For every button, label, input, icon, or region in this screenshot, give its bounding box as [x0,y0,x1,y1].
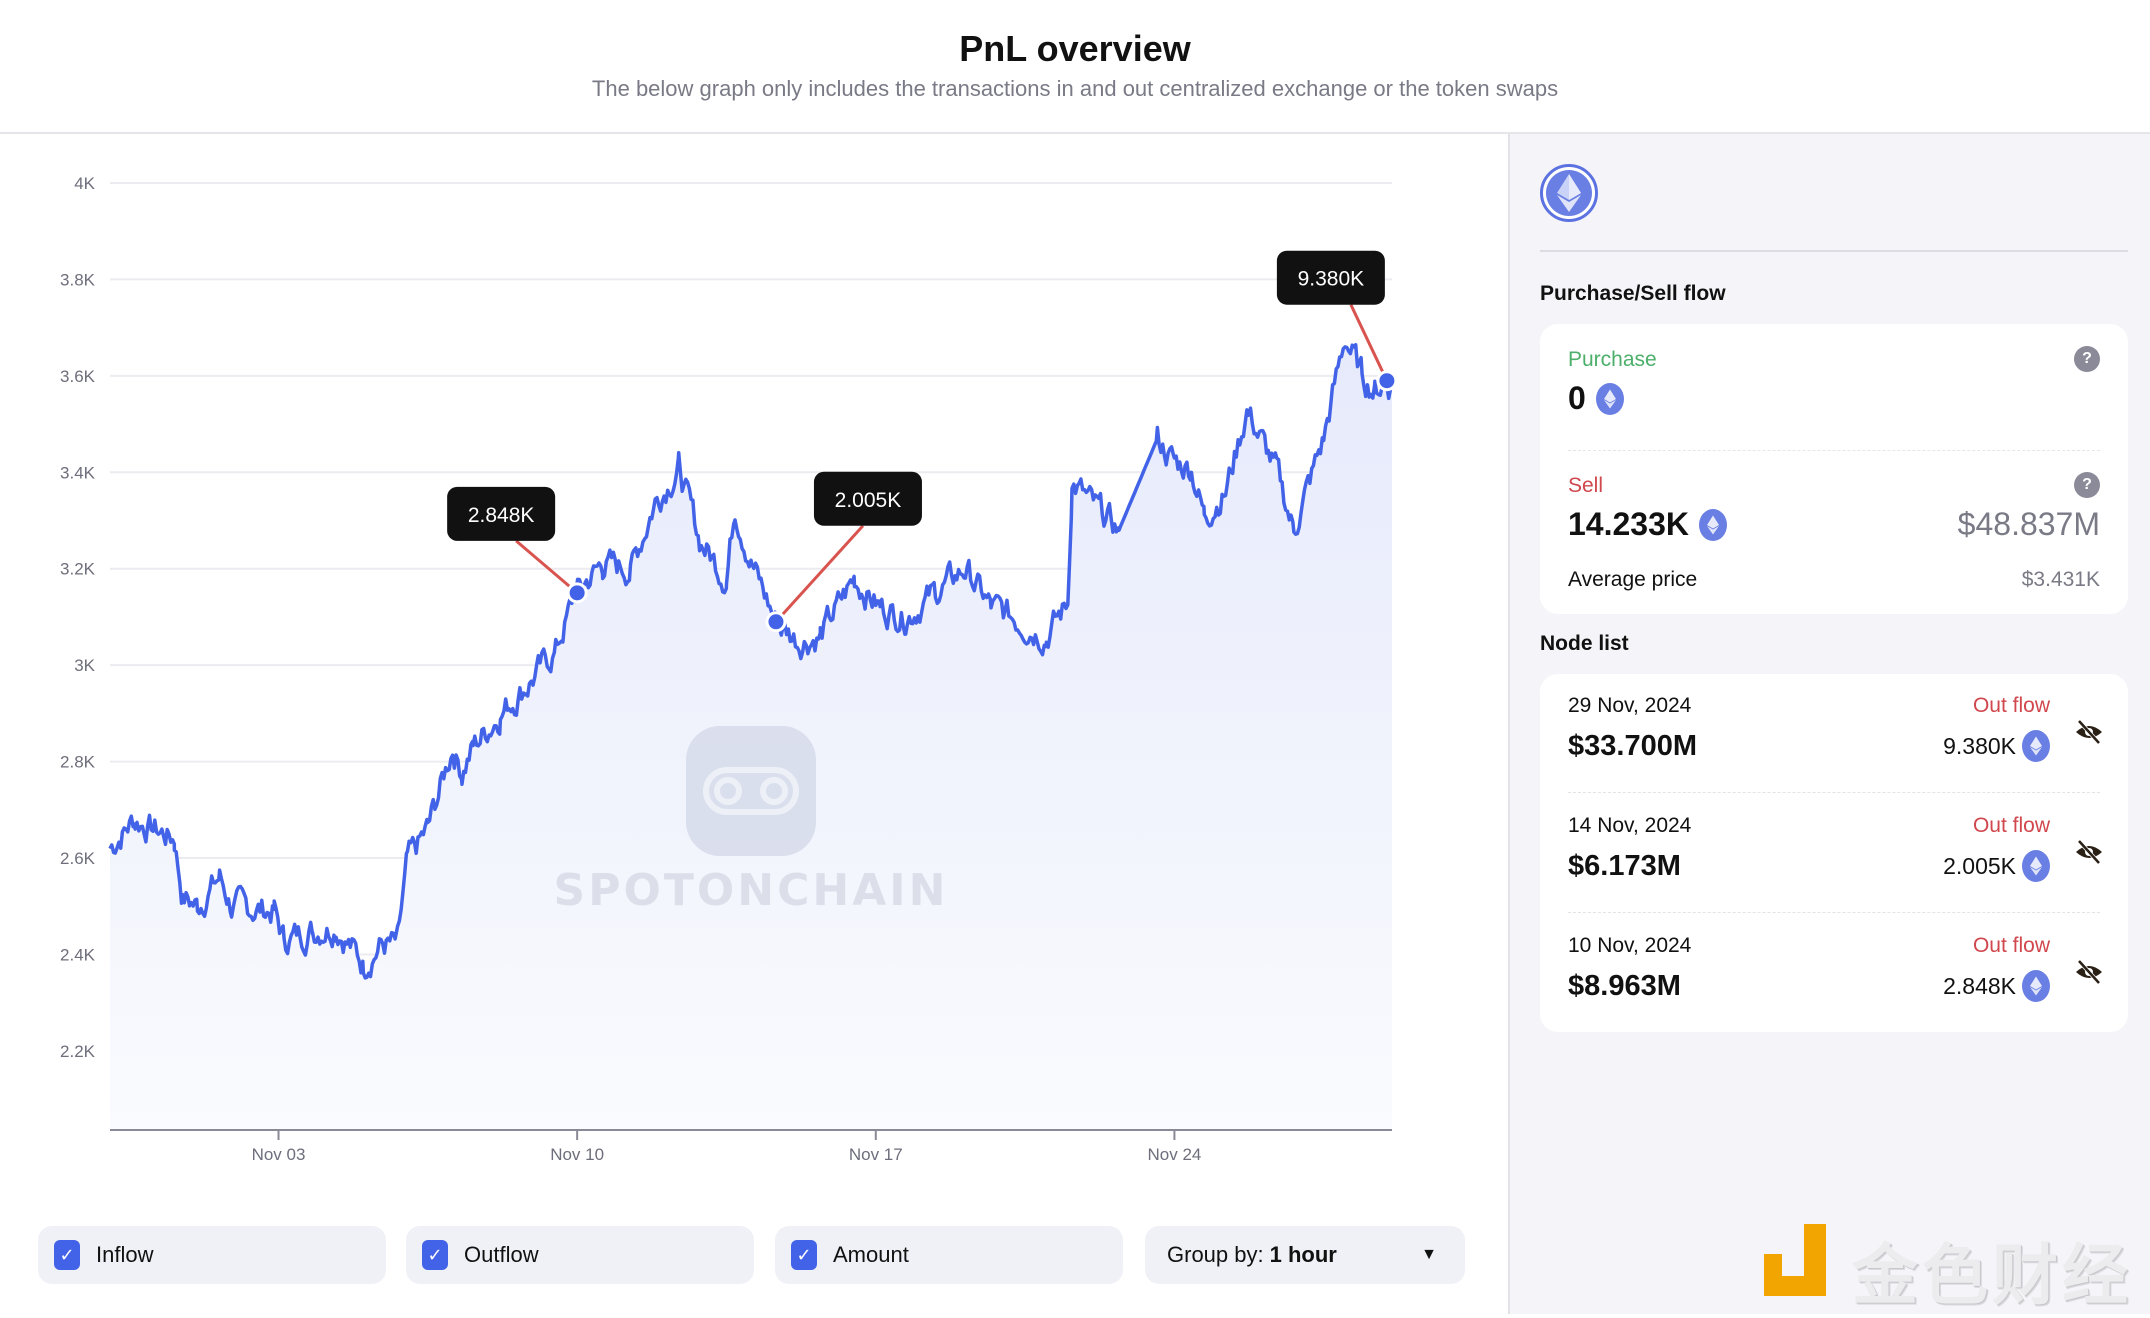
node-separator [1568,912,2100,913]
page-title: PnL overview [959,28,1191,69]
x-tick-label: Nov 10 [550,1145,604,1164]
y-tick-label: 2.2K [60,1042,96,1061]
x-tick-label: Nov 24 [1147,1145,1201,1164]
eye-slash-icon[interactable] [2074,718,2104,746]
node-flow: Out flow [1972,814,2050,837]
node-date: 29 Nov, 2024 [1568,694,1692,717]
sell-amount: 14.233K [1568,506,1689,542]
purchase-amount: 0 [1568,380,1586,416]
ethereum-icon [2022,970,2050,1002]
node-amount: 2.005K [1943,852,2016,879]
jinse-logo-icon [1764,1224,1826,1296]
sell-usd: $48.837M [1957,506,2100,542]
y-tick-label: 4K [74,174,95,193]
amount-toggle[interactable]: ✓ Amount [775,1226,1123,1284]
node-flow: Out flow [1972,934,2050,957]
chart-panel: 4K 3.8K 3.6K 3.4K 3.2K 3K 2.8K 2.6K 2.4K 2.2K SPOT… [0,134,1508,1314]
node-date: 14 Nov, 2024 [1568,814,1692,837]
ethereum-icon [1540,164,1598,222]
annotation-marker [765,611,787,633]
purchase-sell-card: Purchase ? 0 Sell ? 14.233K $48.837M Ave… [1540,324,2128,614]
y-tick-label: 3.4K [60,463,96,482]
annotation-label: 9.380K [1298,268,1365,291]
ethereum-icon [1595,382,1624,415]
outflow-label: Outflow [464,1242,539,1267]
y-tick-label: 3.8K [60,270,96,289]
y-tick-label: 2.6K [60,849,96,868]
pnl-chart[interactable]: 4K 3.8K 3.6K 3.4K 3.2K 3K 2.8K 2.6K 2.4K 2.2K SPOT… [0,134,1508,1194]
side-panel: Purchase/Sell flow Purchase ? 0 Sell ? 1… [1508,134,2150,1314]
sell-label: Sell [1568,474,1604,497]
ethereum-icon [2022,850,2050,882]
eye-slash-icon[interactable] [2074,958,2104,986]
card-separator [1568,450,2100,451]
jinse-watermark-logo: 金色财经 [1760,1220,2140,1314]
ethereum-icon [2022,730,2050,762]
average-price-value: $3.431K [2021,568,2100,591]
eye-slash-icon[interactable] [2074,838,2104,866]
y-tick-label: 3K [74,656,95,675]
node-amount: 9.380K [1943,732,2016,759]
ethereum-icon [1698,508,1727,541]
help-icon[interactable]: ? [2074,346,2100,372]
page-subtitle: The below graph only includes the transa… [591,76,1559,101]
x-tick-label: Nov 17 [849,1145,903,1164]
group-by-select[interactable]: Group by: 1 hour ▼ [1145,1226,1465,1284]
inflow-toggle[interactable]: ✓ Inflow [38,1226,386,1284]
group-by-value: 1 hour [1269,1242,1337,1267]
node-list-title: Node list [1540,632,1629,655]
node-usd: $8.963M [1568,970,1681,1002]
node-item[interactable]: 14 Nov, 2024 $6.173M Out flow 2.005K [1540,794,2128,914]
average-price-label: Average price [1568,568,1698,591]
caret-down-icon: ▼ [1421,1246,1437,1263]
y-tick-label: 3.6K [60,367,96,386]
y-tick-label: 3.2K [60,560,96,579]
amount-checkbox[interactable]: ✓ [791,1240,817,1270]
node-usd: $6.173M [1568,850,1681,882]
help-icon[interactable]: ? [2074,472,2100,498]
page-header: PnL overview The below graph only includ… [0,0,2150,134]
y-tick-label: 2.8K [60,753,96,772]
annotation-leader-line [515,539,579,594]
y-tick-label: 2.4K [60,945,96,964]
x-tick-label: Nov 03 [252,1145,306,1164]
inflow-checkbox[interactable]: ✓ [54,1240,80,1270]
outflow-checkbox[interactable]: ✓ [422,1240,448,1270]
watermark-text: SPOTONCHAIN [554,865,949,916]
annotation-label: 2.848K [468,504,535,527]
flow-section-title: Purchase/Sell flow [1540,282,1726,305]
node-usd: $33.700M [1568,730,1697,762]
annotation-marker [1376,370,1398,392]
node-date: 10 Nov, 2024 [1568,934,1692,957]
group-by-label: Group by: [1167,1242,1264,1267]
purchase-label: Purchase [1568,348,1657,371]
amount-label: Amount [833,1242,909,1267]
node-flow: Out flow [1972,694,2050,717]
node-list: 29 Nov, 2024 $33.700M Out flow 9.380K 14… [1540,674,2128,1032]
node-item[interactable]: 10 Nov, 2024 $8.963M Out flow 2.848K [1540,914,2128,1034]
node-separator [1568,792,2100,793]
node-amount: 2.848K [1943,972,2016,999]
spotonchain-watermark [686,726,816,856]
outflow-toggle[interactable]: ✓ Outflow [406,1226,754,1284]
jinse-logo-text: 金色财经 [1852,1237,2132,1314]
node-item[interactable]: 29 Nov, 2024 $33.700M Out flow 9.380K [1540,674,2128,794]
inflow-label: Inflow [96,1242,154,1267]
annotation-marker [566,582,588,604]
panel-divider [1540,250,2128,252]
annotation-label: 2.005K [835,489,902,512]
